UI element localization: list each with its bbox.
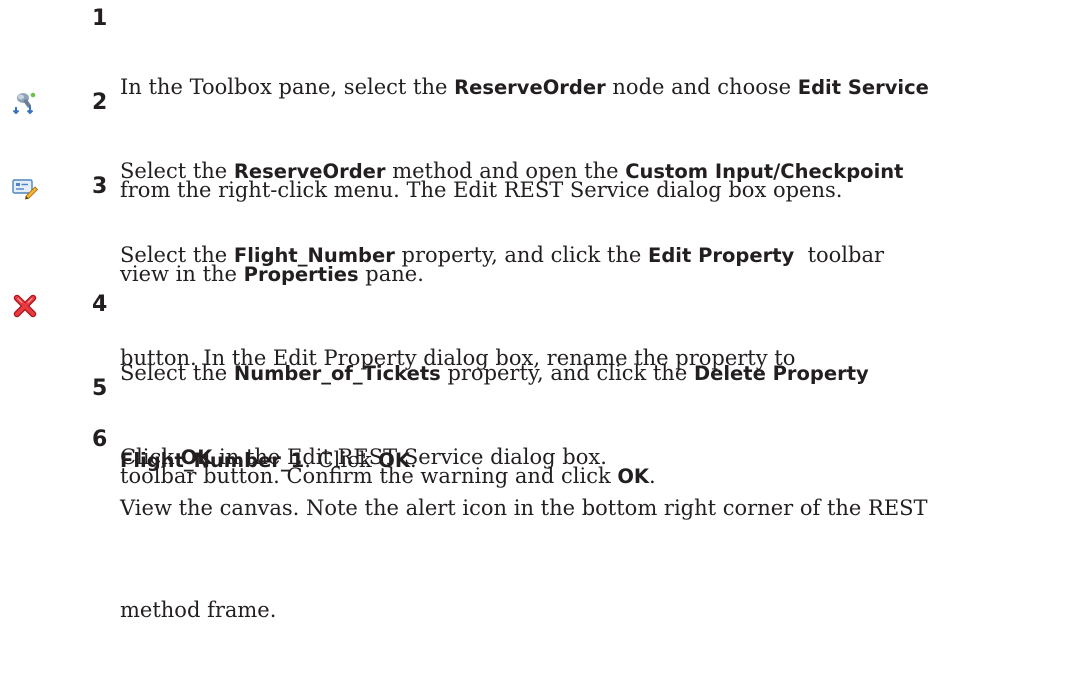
ui-term: Flight_Number — [233, 244, 395, 267]
text-run: method frame. — [120, 598, 277, 622]
step-number: 5 — [92, 376, 108, 401]
step-line: View the canvas. Note the alert icon in … — [120, 491, 1065, 525]
custom-input-checkpoint-icon — [12, 90, 38, 115]
step-number: 4 — [92, 292, 108, 317]
step-number: 1 — [92, 6, 108, 31]
text-run: Select the — [120, 243, 234, 267]
step-text: View the canvas. Note the alert icon in … — [120, 423, 1065, 695]
step-number: 6 — [92, 427, 108, 452]
step-number: 3 — [92, 174, 108, 199]
text-run: toolbar — [794, 243, 885, 267]
edit-property-icon — [12, 176, 39, 200]
text-run: View the canvas. Note the alert icon in … — [120, 496, 928, 520]
ui-term: Edit Property — [648, 244, 795, 267]
text-run: property, and click the — [394, 243, 649, 267]
step-line: method frame. — [120, 593, 1065, 627]
step-line: Select the Flight_Number property, and c… — [120, 238, 1065, 273]
step-number: 2 — [92, 90, 108, 115]
delete-property-icon — [12, 293, 38, 318]
